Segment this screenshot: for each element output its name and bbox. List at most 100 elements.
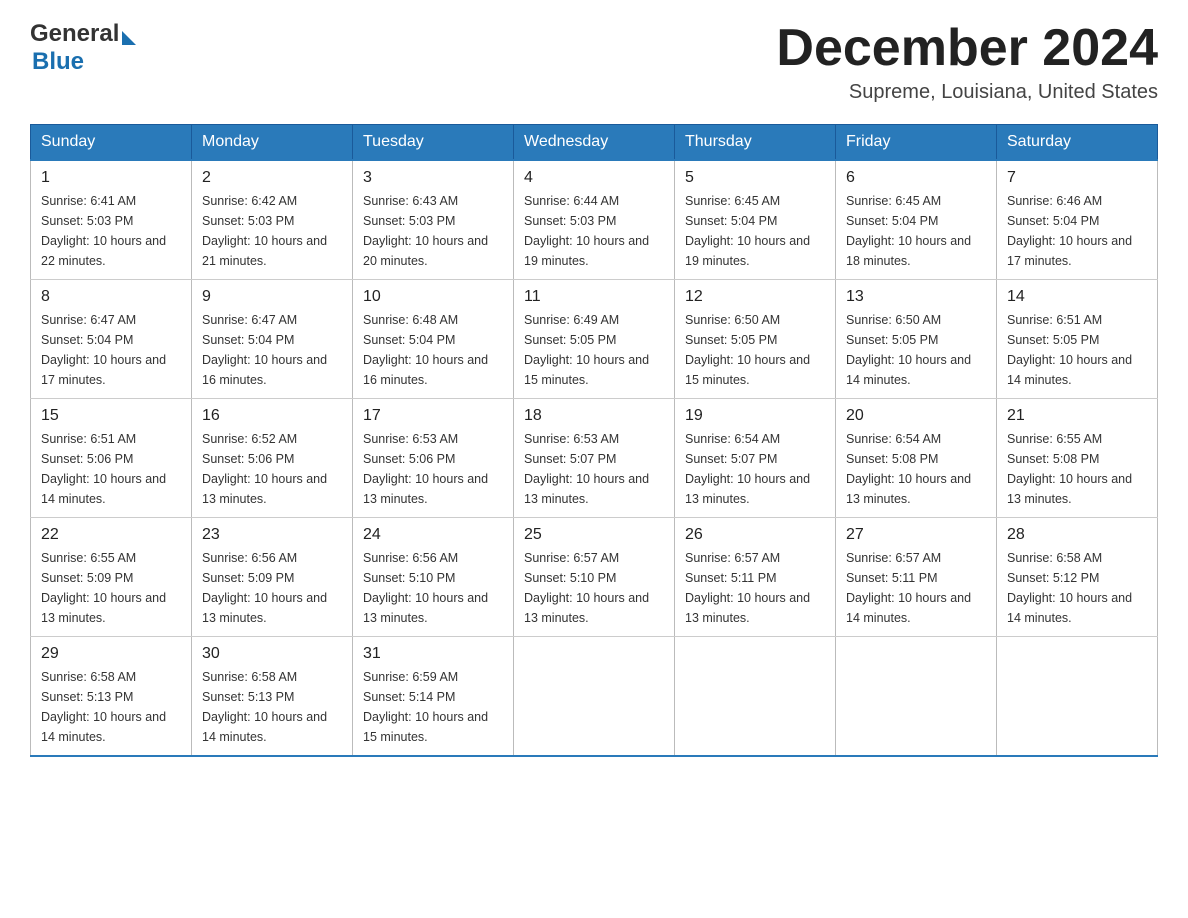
calendar-cell: 14 Sunrise: 6:51 AMSunset: 5:05 PMDaylig…: [997, 280, 1158, 399]
day-info: Sunrise: 6:46 AMSunset: 5:04 PMDaylight:…: [1007, 191, 1147, 271]
day-number: 25: [524, 526, 664, 544]
weekday-header-row: SundayMondayTuesdayWednesdayThursdayFrid…: [31, 125, 1158, 161]
calendar-week-2: 8 Sunrise: 6:47 AMSunset: 5:04 PMDayligh…: [31, 280, 1158, 399]
day-info: Sunrise: 6:54 AMSunset: 5:08 PMDaylight:…: [846, 429, 986, 509]
day-info: Sunrise: 6:42 AMSunset: 5:03 PMDaylight:…: [202, 191, 342, 271]
day-info: Sunrise: 6:51 AMSunset: 5:05 PMDaylight:…: [1007, 310, 1147, 390]
day-number: 7: [1007, 169, 1147, 187]
day-number: 5: [685, 169, 825, 187]
calendar-cell: 5 Sunrise: 6:45 AMSunset: 5:04 PMDayligh…: [675, 160, 836, 280]
calendar-cell: 16 Sunrise: 6:52 AMSunset: 5:06 PMDaylig…: [192, 399, 353, 518]
calendar-cell: 4 Sunrise: 6:44 AMSunset: 5:03 PMDayligh…: [514, 160, 675, 280]
day-number: 27: [846, 526, 986, 544]
calendar-cell: 23 Sunrise: 6:56 AMSunset: 5:09 PMDaylig…: [192, 518, 353, 637]
day-info: Sunrise: 6:48 AMSunset: 5:04 PMDaylight:…: [363, 310, 503, 390]
day-number: 9: [202, 288, 342, 306]
day-info: Sunrise: 6:44 AMSunset: 5:03 PMDaylight:…: [524, 191, 664, 271]
day-info: Sunrise: 6:55 AMSunset: 5:08 PMDaylight:…: [1007, 429, 1147, 509]
day-number: 8: [41, 288, 181, 306]
weekday-header-saturday: Saturday: [997, 125, 1158, 161]
day-info: Sunrise: 6:47 AMSunset: 5:04 PMDaylight:…: [202, 310, 342, 390]
title-section: December 2024 Supreme, Louisiana, United…: [776, 20, 1158, 104]
day-number: 26: [685, 526, 825, 544]
day-info: Sunrise: 6:50 AMSunset: 5:05 PMDaylight:…: [685, 310, 825, 390]
day-info: Sunrise: 6:51 AMSunset: 5:06 PMDaylight:…: [41, 429, 181, 509]
day-number: 19: [685, 407, 825, 425]
calendar-cell: 29 Sunrise: 6:58 AMSunset: 5:13 PMDaylig…: [31, 637, 192, 757]
day-info: Sunrise: 6:54 AMSunset: 5:07 PMDaylight:…: [685, 429, 825, 509]
calendar-cell: 6 Sunrise: 6:45 AMSunset: 5:04 PMDayligh…: [836, 160, 997, 280]
calendar-cell: 27 Sunrise: 6:57 AMSunset: 5:11 PMDaylig…: [836, 518, 997, 637]
calendar-cell: 12 Sunrise: 6:50 AMSunset: 5:05 PMDaylig…: [675, 280, 836, 399]
calendar-cell: 9 Sunrise: 6:47 AMSunset: 5:04 PMDayligh…: [192, 280, 353, 399]
weekday-header-wednesday: Wednesday: [514, 125, 675, 161]
calendar-cell: 25 Sunrise: 6:57 AMSunset: 5:10 PMDaylig…: [514, 518, 675, 637]
calendar-cell: 10 Sunrise: 6:48 AMSunset: 5:04 PMDaylig…: [353, 280, 514, 399]
day-number: 10: [363, 288, 503, 306]
day-info: Sunrise: 6:53 AMSunset: 5:07 PMDaylight:…: [524, 429, 664, 509]
day-info: Sunrise: 6:55 AMSunset: 5:09 PMDaylight:…: [41, 548, 181, 628]
day-number: 18: [524, 407, 664, 425]
day-info: Sunrise: 6:57 AMSunset: 5:10 PMDaylight:…: [524, 548, 664, 628]
day-number: 2: [202, 169, 342, 187]
calendar-cell: 30 Sunrise: 6:58 AMSunset: 5:13 PMDaylig…: [192, 637, 353, 757]
day-number: 3: [363, 169, 503, 187]
day-info: Sunrise: 6:57 AMSunset: 5:11 PMDaylight:…: [685, 548, 825, 628]
day-info: Sunrise: 6:59 AMSunset: 5:14 PMDaylight:…: [363, 667, 503, 747]
calendar-cell: 20 Sunrise: 6:54 AMSunset: 5:08 PMDaylig…: [836, 399, 997, 518]
day-number: 6: [846, 169, 986, 187]
day-number: 23: [202, 526, 342, 544]
weekday-header-thursday: Thursday: [675, 125, 836, 161]
calendar-table: SundayMondayTuesdayWednesdayThursdayFrid…: [30, 124, 1158, 757]
calendar-cell: 3 Sunrise: 6:43 AMSunset: 5:03 PMDayligh…: [353, 160, 514, 280]
day-number: 4: [524, 169, 664, 187]
calendar-cell: 2 Sunrise: 6:42 AMSunset: 5:03 PMDayligh…: [192, 160, 353, 280]
weekday-header-monday: Monday: [192, 125, 353, 161]
day-info: Sunrise: 6:58 AMSunset: 5:13 PMDaylight:…: [202, 667, 342, 747]
day-number: 22: [41, 526, 181, 544]
day-number: 16: [202, 407, 342, 425]
page-header: General Blue December 2024 Supreme, Loui…: [30, 20, 1158, 104]
day-info: Sunrise: 6:45 AMSunset: 5:04 PMDaylight:…: [846, 191, 986, 271]
calendar-cell: 19 Sunrise: 6:54 AMSunset: 5:07 PMDaylig…: [675, 399, 836, 518]
weekday-header-sunday: Sunday: [31, 125, 192, 161]
calendar-cell: 17 Sunrise: 6:53 AMSunset: 5:06 PMDaylig…: [353, 399, 514, 518]
day-number: 30: [202, 645, 342, 663]
calendar-cell: [514, 637, 675, 757]
calendar-cell: 1 Sunrise: 6:41 AMSunset: 5:03 PMDayligh…: [31, 160, 192, 280]
day-number: 12: [685, 288, 825, 306]
day-number: 21: [1007, 407, 1147, 425]
day-number: 14: [1007, 288, 1147, 306]
calendar-week-5: 29 Sunrise: 6:58 AMSunset: 5:13 PMDaylig…: [31, 637, 1158, 757]
day-info: Sunrise: 6:50 AMSunset: 5:05 PMDaylight:…: [846, 310, 986, 390]
calendar-cell: 13 Sunrise: 6:50 AMSunset: 5:05 PMDaylig…: [836, 280, 997, 399]
calendar-cell: [675, 637, 836, 757]
calendar-cell: [836, 637, 997, 757]
day-info: Sunrise: 6:56 AMSunset: 5:10 PMDaylight:…: [363, 548, 503, 628]
calendar-cell: 18 Sunrise: 6:53 AMSunset: 5:07 PMDaylig…: [514, 399, 675, 518]
calendar-cell: 24 Sunrise: 6:56 AMSunset: 5:10 PMDaylig…: [353, 518, 514, 637]
calendar-cell: 8 Sunrise: 6:47 AMSunset: 5:04 PMDayligh…: [31, 280, 192, 399]
calendar-cell: 28 Sunrise: 6:58 AMSunset: 5:12 PMDaylig…: [997, 518, 1158, 637]
calendar-week-4: 22 Sunrise: 6:55 AMSunset: 5:09 PMDaylig…: [31, 518, 1158, 637]
logo: General Blue: [30, 20, 136, 76]
day-info: Sunrise: 6:58 AMSunset: 5:13 PMDaylight:…: [41, 667, 181, 747]
weekday-header-friday: Friday: [836, 125, 997, 161]
day-info: Sunrise: 6:56 AMSunset: 5:09 PMDaylight:…: [202, 548, 342, 628]
day-number: 31: [363, 645, 503, 663]
logo-blue-text: Blue: [32, 48, 84, 76]
day-info: Sunrise: 6:41 AMSunset: 5:03 PMDaylight:…: [41, 191, 181, 271]
day-number: 29: [41, 645, 181, 663]
calendar-week-1: 1 Sunrise: 6:41 AMSunset: 5:03 PMDayligh…: [31, 160, 1158, 280]
day-number: 11: [524, 288, 664, 306]
day-number: 1: [41, 169, 181, 187]
weekday-header-tuesday: Tuesday: [353, 125, 514, 161]
day-info: Sunrise: 6:47 AMSunset: 5:04 PMDaylight:…: [41, 310, 181, 390]
day-number: 28: [1007, 526, 1147, 544]
calendar-cell: 31 Sunrise: 6:59 AMSunset: 5:14 PMDaylig…: [353, 637, 514, 757]
month-title: December 2024: [776, 20, 1158, 77]
day-info: Sunrise: 6:58 AMSunset: 5:12 PMDaylight:…: [1007, 548, 1147, 628]
location: Supreme, Louisiana, United States: [776, 81, 1158, 104]
day-number: 24: [363, 526, 503, 544]
day-number: 13: [846, 288, 986, 306]
